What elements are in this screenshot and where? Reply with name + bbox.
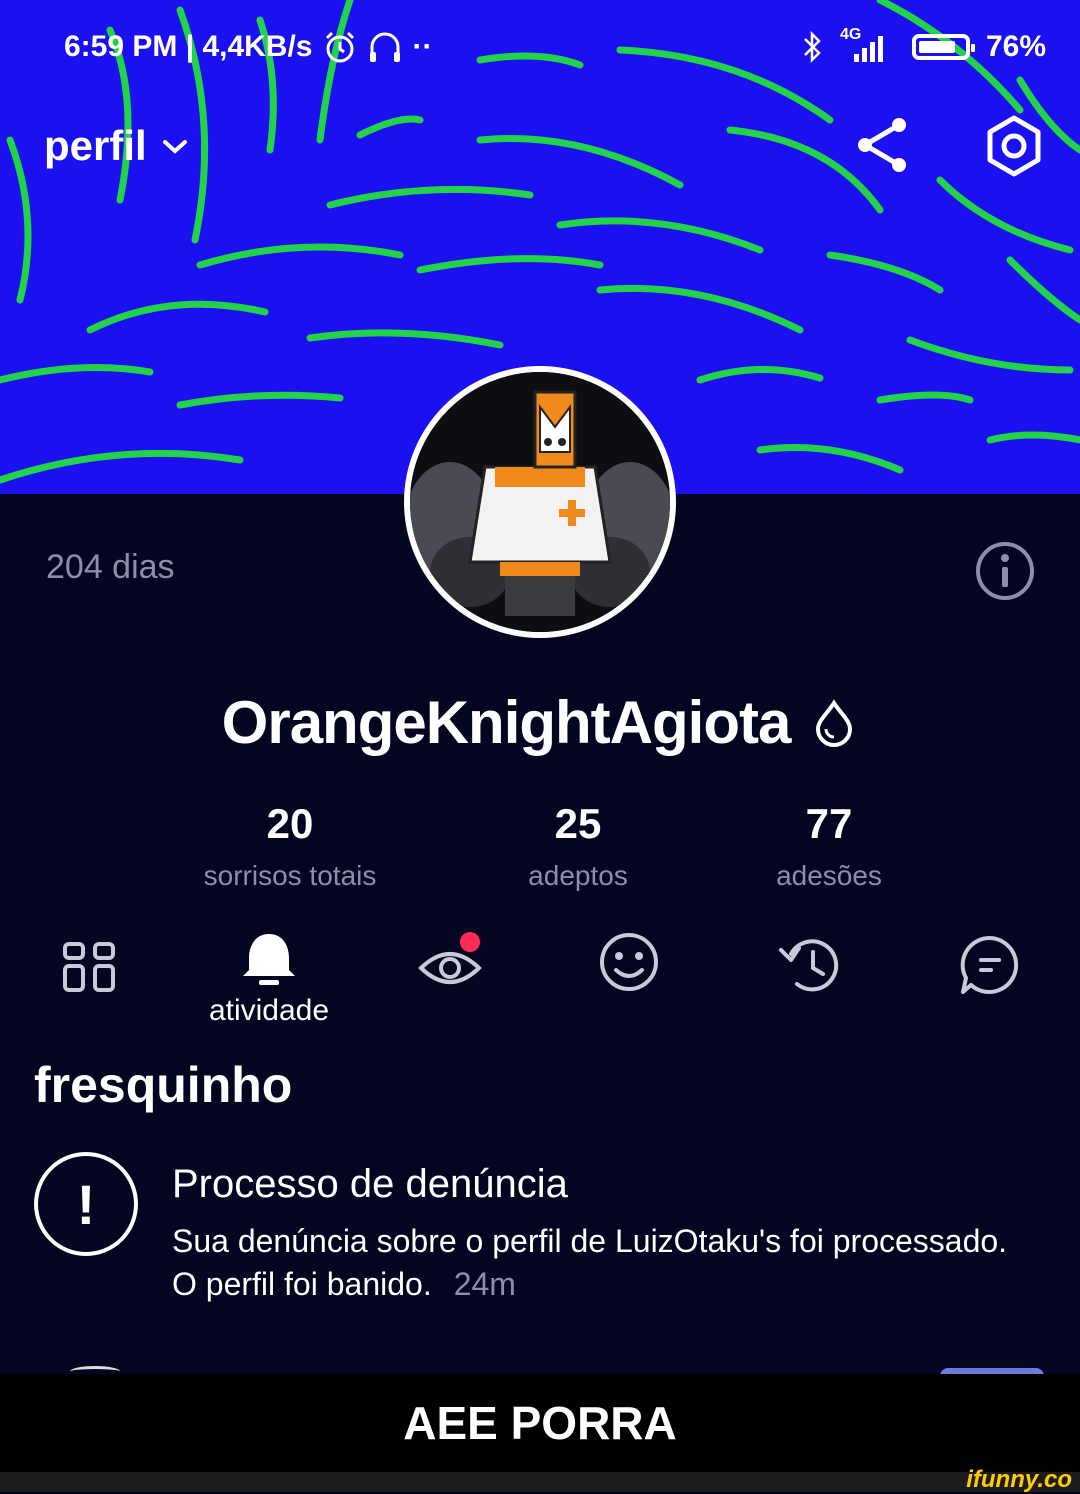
orange-knight-avatar-image — [410, 372, 670, 632]
info-button[interactable] — [974, 540, 1036, 607]
info-icon — [976, 542, 1034, 600]
stat-smiles-label: sorrisos totais — [203, 860, 377, 891]
notification-body: Sua denúncia sobre o perfil de LuizOtaku… — [172, 1220, 1032, 1306]
comment-icon — [960, 935, 1019, 994]
bluetooth-icon — [804, 30, 821, 64]
status-bar: 6:59 PM | 4,4KB/s ·· 4G 76% — [0, 0, 1080, 100]
notification-text: Sua denúncia sobre o perfil de LuizOtaku… — [172, 1223, 1008, 1302]
eye-icon — [418, 932, 482, 984]
notification-title: Processo de denúncia — [172, 1162, 568, 1206]
new-indicator-dot — [460, 932, 480, 952]
notification-time: 24m — [453, 1266, 516, 1302]
stat-subscriptions-label: adesões — [776, 860, 882, 891]
share-button[interactable] — [850, 112, 916, 178]
alarm-icon — [325, 31, 354, 63]
watermark-logo: ifunny.co — [966, 1466, 1072, 1493]
signal-icon: 4G — [840, 26, 896, 64]
tab-activity-label: atividade — [208, 994, 330, 1027]
tab-smiles[interactable] — [579, 930, 679, 1040]
stat-subscribers[interactable]: 25 adeptos — [448, 800, 708, 892]
status-time-speed: 6:59 PM | 4,4KB/s — [64, 30, 313, 63]
profile-switcher[interactable]: perfil — [44, 122, 189, 170]
tab-history[interactable] — [760, 930, 860, 1040]
alert-icon: ! — [34, 1152, 138, 1256]
footer-bar — [0, 1472, 1080, 1492]
share-icon — [858, 118, 906, 172]
battery-icon — [911, 34, 975, 60]
username: OrangeKnightAgiota — [221, 689, 792, 756]
more-status-dots-icon: ·· — [412, 30, 433, 63]
stat-smiles-value: 20 — [266, 800, 314, 847]
stat-subscribers-value: 25 — [554, 800, 602, 847]
account-age: 204 dias — [46, 548, 175, 586]
drop-badge-icon[interactable] — [810, 698, 858, 747]
avatar[interactable] — [404, 366, 676, 638]
settings-button[interactable] — [980, 112, 1048, 180]
stat-smiles[interactable]: 20 sorrisos totais — [160, 800, 420, 892]
page-title: perfil — [44, 122, 147, 169]
username-row: OrangeKnightAgiota — [0, 688, 1080, 757]
bell-icon — [243, 934, 295, 985]
tab-activity[interactable]: atividade — [209, 930, 329, 1040]
stat-subscribers-label: adeptos — [528, 860, 628, 891]
tab-comments[interactable] — [940, 930, 1040, 1040]
tab-grid[interactable] — [40, 930, 140, 1040]
section-title: fresquinho — [34, 1057, 293, 1113]
smiley-icon — [600, 933, 658, 991]
battery-level: 76% — [985, 30, 1046, 63]
stat-subscriptions-value: 77 — [805, 800, 853, 847]
chevron-down-icon — [162, 140, 187, 154]
headphones-icon — [369, 32, 400, 62]
meme-caption: AEE PORRA — [0, 1374, 1080, 1472]
settings-hexagon-icon — [987, 115, 1041, 177]
history-icon — [779, 939, 839, 992]
stat-subscriptions[interactable]: 77 adesões — [699, 800, 959, 892]
tab-viewed[interactable] — [400, 930, 500, 1040]
profile-tabs: atividade — [0, 930, 1080, 1040]
grid-icon — [63, 942, 115, 992]
